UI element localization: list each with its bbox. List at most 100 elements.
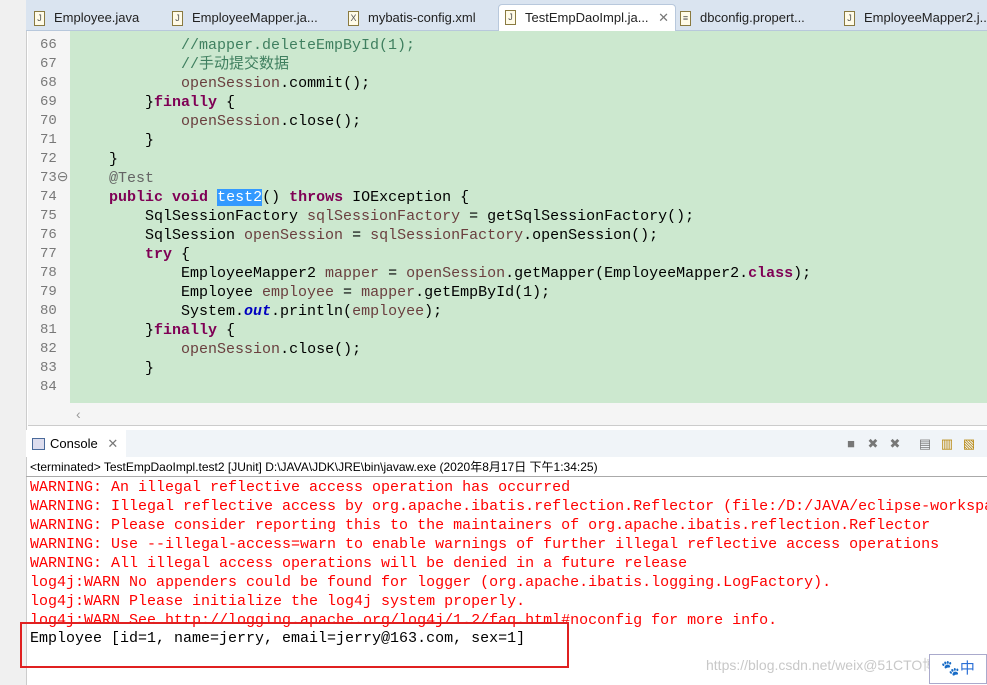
console-error-line: WARNING: All illegal access operations w… [30, 555, 688, 572]
terminate-icon[interactable]: ■ [844, 437, 858, 451]
code-token: finally [154, 94, 218, 111]
tab-label: dbconfig.propert... [700, 10, 805, 25]
code-token: employee [262, 284, 335, 301]
code-token: openSession [406, 265, 506, 282]
console-error-line: WARNING: Please consider reporting this … [30, 517, 931, 534]
code-editor[interactable]: 66 67 68 69 70 71 72 73⊖ 74 75 76 77 78 79 80 81 82 83 84 … [28, 31, 987, 403]
tab-file[interactable]: J Employee.java [28, 6, 139, 30]
line-number: 66 [40, 37, 57, 53]
line-number: 69 [40, 94, 57, 110]
code-token: employee [352, 303, 425, 320]
code-token: openSession [244, 227, 344, 244]
tab-file[interactable]: J EmployeeMapper.ja... [166, 6, 318, 30]
scroll-left-icon[interactable]: ‹ [76, 406, 81, 422]
code-token: mapper [325, 265, 380, 282]
code-token: { [217, 94, 236, 111]
line-number: 68 [40, 75, 57, 91]
code-line: //mapper.deleteEmpById(1); [73, 36, 415, 55]
line-number: 77 [40, 246, 57, 262]
code-token: void [172, 189, 209, 206]
tab-console[interactable]: Console ✕ [26, 430, 126, 457]
code-token: ); [424, 303, 443, 320]
code-token: } [73, 94, 155, 111]
remove-all-launches-icon[interactable]: ✖ [888, 437, 902, 451]
code-line: openSession.close(); [73, 340, 361, 359]
code-token: //mapper.deleteEmpById(1); [73, 37, 416, 54]
code-token: { [172, 246, 191, 263]
code-token: } [73, 132, 155, 149]
close-icon[interactable]: ✕ [107, 436, 118, 451]
code-line: Employee employee = mapper.getEmpById(1)… [73, 283, 550, 302]
code-token: = [379, 265, 407, 282]
line-number: 70 [40, 113, 57, 129]
code-token: SqlSession [73, 227, 245, 244]
code-token: } [73, 151, 119, 168]
tab-file[interactable]: J EmployeeMapper2.j... [838, 6, 987, 30]
code-token: .getEmpById(1); [415, 284, 551, 301]
code-token: Employee [73, 284, 263, 301]
code-token: SqlSessionFactory [73, 208, 308, 225]
code-line: }finally { [73, 93, 235, 112]
code-token: try [145, 246, 173, 263]
line-number: 74 [40, 189, 57, 205]
code-token: sqlSessionFactory [307, 208, 461, 225]
scroll-lock-icon[interactable]: ▥ [940, 437, 954, 451]
console-error-line: WARNING: An illegal reflective access op… [30, 479, 571, 496]
file-icon: J [505, 10, 516, 25]
code-token: class [748, 265, 794, 282]
file-icon: J [34, 11, 45, 26]
code-token: finally [154, 322, 218, 339]
code-token: .close(); [280, 113, 362, 130]
divider [26, 476, 987, 477]
code-token: { [217, 322, 236, 339]
console-toolbar: Console ✕ ■ ✖ ✖ ▤ ▥ ▧ [26, 430, 987, 457]
console-error-line: log4j:WARN Please initialize the log4j s… [30, 593, 526, 610]
file-icon: X [348, 11, 359, 26]
console-icon [32, 438, 45, 450]
code-line: openSession.close(); [73, 112, 361, 131]
code-line: //手动提交数据 [73, 55, 289, 74]
tab-file[interactable]: ≡ dbconfig.propert... [674, 6, 805, 30]
code-token: out [244, 303, 272, 320]
tab-file[interactable]: Xmybatis-config.xml [342, 6, 476, 30]
tab-file[interactable]: J TestEmpDaoImpl.ja... ✕ [498, 4, 676, 31]
code-line: try { [73, 245, 190, 264]
line-number: 82 [40, 341, 57, 357]
file-icon: J [172, 11, 183, 26]
code-token: ); [793, 265, 812, 282]
code-token: //手动提交数据 [73, 56, 290, 73]
code-token: .commit(); [280, 75, 371, 92]
console-status: <terminated> TestEmpDaoImpl.test2 [JUnit… [30, 460, 598, 474]
code-token: } [73, 322, 155, 339]
code-token: .getMapper(EmployeeMapper2. [505, 265, 749, 282]
remove-launch-icon[interactable]: ✖ [866, 437, 880, 451]
tab-label: TestEmpDaoImpl.ja... [525, 10, 649, 25]
word-wrap-icon[interactable]: ▧ [962, 437, 976, 451]
code-token: .openSession(); [523, 227, 659, 244]
line-number: 80 [40, 303, 57, 319]
code-token: sqlSessionFactory [370, 227, 524, 244]
code-token: IOException { [343, 189, 470, 206]
code-token: public [109, 189, 164, 206]
file-icon: ≡ [680, 11, 691, 26]
line-number: 79 [40, 284, 57, 300]
code-line: @Test [73, 169, 154, 188]
code-line: SqlSessionFactory sqlSessionFactory = ge… [73, 207, 694, 226]
line-number: 73⊖ [40, 170, 69, 186]
code-line: EmployeeMapper2 mapper = openSession.get… [73, 264, 811, 283]
clear-console-icon[interactable]: ▤ [918, 437, 932, 451]
code-line: } [73, 359, 154, 378]
line-number-gutter: 66 67 68 69 70 71 72 73⊖ 74 75 76 77 78 79 80 81 82 83 84 [28, 31, 70, 403]
ime-indicator[interactable]: 🐾中 [929, 654, 987, 684]
code-token: openSession [181, 113, 281, 130]
close-icon[interactable]: ✕ [658, 5, 669, 31]
code-token: EmployeeMapper2 [73, 265, 326, 282]
tab-label: mybatis-config.xml [368, 10, 476, 25]
horizontal-scrollbar[interactable]: ‹ [28, 403, 987, 426]
code-line: } [73, 150, 118, 169]
left-side-panel [0, 0, 27, 685]
code-line: SqlSession openSession = sqlSessionFacto… [73, 226, 658, 245]
